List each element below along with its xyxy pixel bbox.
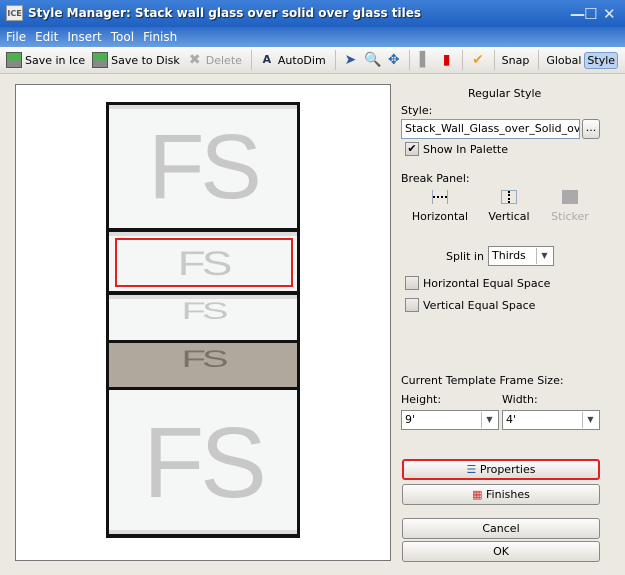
- horizontal-equal-space-checkbox[interactable]: Horizontal Equal Space: [405, 276, 550, 290]
- finishes-button[interactable]: ▦ Finishes: [402, 484, 600, 505]
- panel-color-icon[interactable]: ▮: [439, 52, 454, 68]
- break-panel-label: Break Panel:: [401, 172, 470, 185]
- checkbox[interactable]: [405, 276, 419, 290]
- save-disk-icon: [92, 52, 109, 68]
- palette-grid-icon: ▦: [472, 488, 487, 501]
- tile-5[interactable]: FS: [109, 390, 297, 534]
- check-icon[interactable]: ✔: [470, 52, 485, 68]
- split-in-label: Split in: [446, 250, 484, 263]
- show-in-palette-checkbox[interactable]: ✔ Show In Palette: [405, 142, 508, 156]
- save-in-ice-label: Save in Ice: [25, 53, 86, 67]
- browse-button[interactable]: ...: [582, 119, 600, 139]
- selection-highlight: [115, 238, 293, 287]
- vertical-break-button[interactable]: Vertical: [474, 190, 544, 223]
- properties-button[interactable]: ☰ Properties: [402, 459, 600, 480]
- move-icon[interactable]: ✥: [386, 52, 401, 68]
- sticker-label: Sticker: [551, 210, 589, 223]
- save-to-disk-label: Save to Disk: [111, 53, 180, 67]
- save-icon: [6, 52, 22, 68]
- delete-label: Delete: [205, 53, 242, 67]
- h-equal-label: Horizontal Equal Space: [423, 276, 551, 290]
- separator: [334, 50, 336, 70]
- preview-canvas[interactable]: FS FS FS FS FS: [15, 84, 391, 561]
- menu-file[interactable]: File: [0, 27, 29, 44]
- separator: [250, 50, 252, 70]
- toolbar: Save in Ice Save to Disk ✖ Delete A AutoDi…: [0, 47, 625, 74]
- menu-bar: File Edit Insert Tool Finish: [0, 27, 625, 47]
- width-select[interactable]: 4' ▼: [502, 410, 600, 430]
- panel-heading: Regular Style: [468, 87, 542, 100]
- checkbox[interactable]: [405, 298, 419, 312]
- close-button[interactable]: ✕: [603, 5, 616, 23]
- show-in-palette-label: Show In Palette: [423, 142, 508, 156]
- height-select[interactable]: 9' ▼: [401, 410, 499, 430]
- vertical-label: Vertical: [488, 210, 530, 223]
- select-arrow-icon[interactable]: ➤: [343, 52, 358, 68]
- tile-1[interactable]: FS: [109, 105, 297, 228]
- finishes-label: Finishes: [486, 488, 530, 501]
- tile-label: FS: [148, 116, 262, 218]
- cancel-button[interactable]: Cancel: [402, 518, 600, 539]
- global-button[interactable]: Global: [546, 54, 581, 67]
- tile-label: FS: [181, 346, 228, 373]
- delete-button[interactable]: ✖ Delete: [187, 52, 242, 68]
- window-title: Style Manager: Stack wall glass over sol…: [28, 6, 422, 20]
- save-to-disk-button[interactable]: Save to Disk: [92, 52, 180, 68]
- wall-stack: FS FS FS FS FS: [106, 102, 300, 538]
- maximize-button[interactable]: ☐: [584, 5, 597, 23]
- width-value: 4': [506, 413, 517, 426]
- horizontal-label: Horizontal: [411, 210, 469, 223]
- chevron-down-icon: ▼: [481, 412, 497, 428]
- menu-edit[interactable]: Edit: [29, 27, 61, 44]
- tile-label: FS: [143, 407, 267, 519]
- separator: [409, 50, 411, 70]
- frame-size-label: Current Template Frame Size:: [401, 374, 564, 387]
- minimize-button[interactable]: —: [570, 5, 585, 23]
- menu-finish[interactable]: Finish: [137, 27, 180, 44]
- tile-label: FS: [181, 298, 228, 325]
- horizontal-break-button[interactable]: Horizontal: [405, 190, 475, 223]
- chevron-down-icon: ▼: [582, 412, 598, 428]
- checkbox-checked[interactable]: ✔: [405, 142, 419, 156]
- split-in-select[interactable]: Thirds ▼: [488, 246, 554, 266]
- width-label: Width:: [502, 393, 538, 406]
- vertical-equal-space-checkbox[interactable]: Vertical Equal Space: [405, 298, 535, 312]
- menu-insert[interactable]: Insert: [61, 27, 104, 44]
- tile-4[interactable]: FS: [109, 343, 297, 387]
- snap-button[interactable]: Snap: [502, 54, 530, 67]
- title-bar: ICE Style Manager: Stack wall glass over…: [0, 0, 625, 27]
- autodim-icon: A: [262, 53, 272, 66]
- chevron-down-icon: ▼: [536, 248, 552, 264]
- style-label: Style:: [401, 104, 433, 117]
- wall-icon[interactable]: ▌: [417, 52, 432, 68]
- separator: [493, 50, 495, 70]
- autodim-button[interactable]: A AutoDim: [259, 52, 326, 68]
- style-input[interactable]: Stack_Wall_Glass_over_Solid_over_Glass: [401, 119, 580, 139]
- menu-tool[interactable]: Tool: [105, 27, 137, 44]
- list-icon: ☰: [466, 463, 480, 476]
- sticker-icon: [562, 190, 578, 204]
- app-icon: ICE: [6, 5, 23, 21]
- tile-2[interactable]: FS: [109, 232, 297, 291]
- properties-label: Properties: [479, 463, 536, 476]
- style-button[interactable]: Style: [584, 51, 619, 69]
- zoom-icon[interactable]: 🔍: [364, 52, 381, 68]
- v-equal-label: Vertical Equal Space: [423, 298, 536, 312]
- vertical-break-icon: [501, 190, 517, 204]
- delete-icon: ✖: [188, 52, 201, 68]
- height-label: Height:: [401, 393, 442, 406]
- height-value: 9': [405, 413, 416, 426]
- split-value: Thirds: [492, 249, 526, 262]
- tile-3[interactable]: FS: [109, 295, 297, 340]
- autodim-label: AutoDim: [277, 53, 326, 67]
- save-in-ice-button[interactable]: Save in Ice: [6, 52, 85, 68]
- sticker-break-button[interactable]: Sticker: [535, 190, 605, 223]
- separator: [538, 50, 540, 70]
- ok-button[interactable]: OK: [402, 541, 600, 562]
- separator: [462, 50, 464, 70]
- horizontal-break-icon: [432, 190, 448, 204]
